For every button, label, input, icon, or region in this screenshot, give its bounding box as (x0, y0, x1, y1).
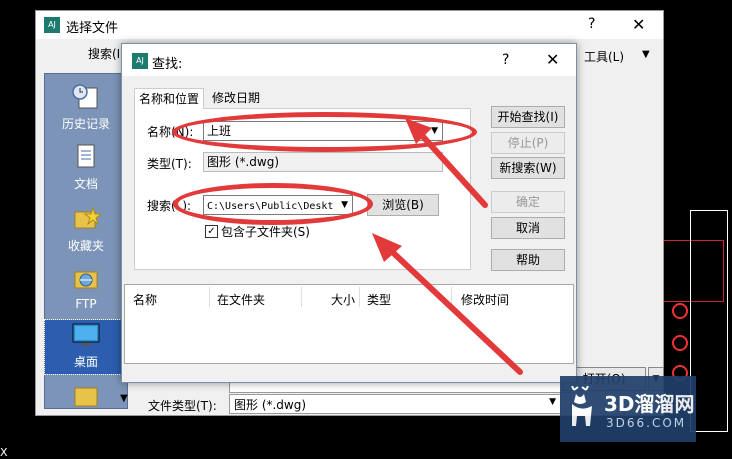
watermark-brand: 3D溜溜网 (604, 392, 695, 416)
watermark-site: 3D66.COM (606, 416, 687, 430)
annotation-arrow-to-name (414, 127, 488, 208)
watermark: 3D溜溜网 3D66.COM (560, 376, 696, 442)
tab-name-location[interactable]: 名称和位置 (134, 88, 205, 109)
deer-logo-icon (571, 386, 592, 426)
annotation-arrow-to-search (383, 243, 523, 375)
